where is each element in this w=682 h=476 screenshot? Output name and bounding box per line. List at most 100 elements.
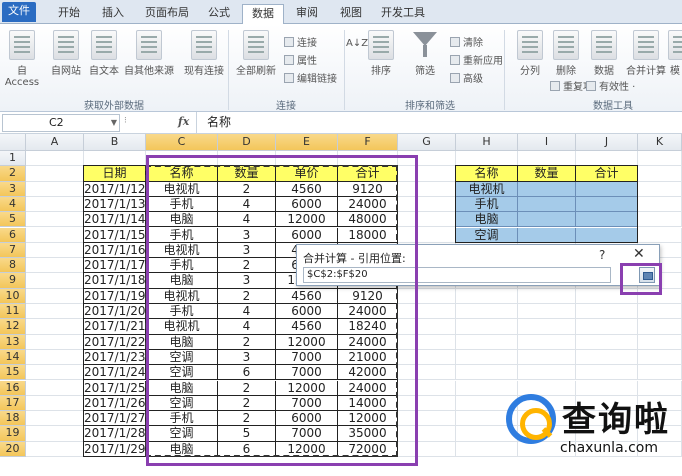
cell[interactable] bbox=[576, 304, 638, 320]
main-table-cell[interactable]: 2017/1/26 bbox=[84, 395, 146, 412]
main-table-cell[interactable]: 3 bbox=[218, 273, 276, 289]
main-table-cell[interactable]: 4560 bbox=[276, 288, 338, 304]
cell[interactable] bbox=[218, 151, 276, 167]
properties-button[interactable]: 属性 bbox=[284, 52, 317, 67]
column-header-F[interactable]: F bbox=[338, 134, 398, 151]
main-table-cell[interactable]: 2017/1/24 bbox=[84, 365, 146, 381]
main-table-cell[interactable]: 电视机 bbox=[146, 242, 218, 259]
cell[interactable] bbox=[456, 349, 518, 366]
tab-5[interactable]: 数据 bbox=[242, 4, 284, 25]
from-text-button[interactable]: 自文本 bbox=[84, 30, 124, 77]
cell[interactable] bbox=[456, 334, 518, 350]
cell[interactable] bbox=[638, 304, 682, 320]
summary-table-cell[interactable] bbox=[518, 227, 576, 243]
consolidate-button[interactable]: 合并计算 bbox=[624, 30, 668, 77]
main-table-cell[interactable]: 7000 bbox=[276, 365, 338, 381]
main-table-cell[interactable]: 2017/1/28 bbox=[84, 426, 146, 442]
cell[interactable] bbox=[26, 411, 84, 427]
main-table-cell[interactable]: 2017/1/20 bbox=[84, 304, 146, 320]
row-header-8[interactable]: 8 bbox=[0, 258, 26, 274]
summary-table-header[interactable]: 名称 bbox=[456, 166, 518, 182]
cell[interactable] bbox=[576, 349, 638, 366]
existing-conn-button[interactable]: 现有连接 bbox=[182, 30, 226, 77]
model-button[interactable]: 模 bbox=[668, 30, 682, 77]
tab-6[interactable]: 审阅 bbox=[290, 4, 324, 24]
main-table-cell[interactable]: 24000 bbox=[338, 304, 398, 320]
cell[interactable] bbox=[638, 288, 682, 304]
row-header-4[interactable]: 4 bbox=[0, 196, 26, 213]
cell[interactable] bbox=[638, 319, 682, 335]
main-table-cell[interactable]: 7000 bbox=[276, 395, 338, 412]
main-table-cell[interactable]: 3 bbox=[218, 227, 276, 243]
main-table-cell[interactable]: 24000 bbox=[338, 196, 398, 213]
main-table-cell[interactable]: 6 bbox=[218, 365, 276, 381]
cell[interactable] bbox=[638, 334, 682, 350]
cell[interactable] bbox=[398, 166, 456, 182]
main-table-cell[interactable]: 手机 bbox=[146, 411, 218, 427]
main-table-cell[interactable]: 48000 bbox=[338, 212, 398, 228]
column-header-D[interactable]: D bbox=[218, 134, 276, 151]
cell[interactable] bbox=[456, 288, 518, 304]
cell[interactable] bbox=[26, 365, 84, 381]
main-table-cell[interactable]: 2 bbox=[218, 411, 276, 427]
row-header-5[interactable]: 5 bbox=[0, 212, 26, 228]
main-table-header[interactable]: 数量 bbox=[218, 166, 276, 182]
cell[interactable] bbox=[26, 181, 84, 197]
main-table-cell[interactable]: 18000 bbox=[338, 227, 398, 243]
expand-dialog-button[interactable] bbox=[639, 267, 655, 283]
main-table-cell[interactable]: 手机 bbox=[146, 227, 218, 243]
sort-az-button[interactable]: A↓Z bbox=[346, 38, 368, 49]
main-table-cell[interactable]: 4560 bbox=[276, 181, 338, 197]
main-table-cell[interactable]: 4 bbox=[218, 212, 276, 228]
main-table-cell[interactable]: 2 bbox=[218, 288, 276, 304]
main-table-header[interactable]: 日期 bbox=[84, 166, 146, 182]
main-table-cell[interactable]: 电脑 bbox=[146, 380, 218, 396]
cell[interactable] bbox=[638, 349, 682, 366]
cell[interactable] bbox=[638, 212, 682, 228]
cell[interactable] bbox=[398, 426, 456, 442]
main-table-cell[interactable]: 3 bbox=[218, 349, 276, 366]
data-valid-2-button[interactable]: 有效性 · bbox=[586, 78, 635, 93]
clear-button[interactable]: 清除 bbox=[450, 34, 483, 49]
cell[interactable] bbox=[638, 196, 682, 213]
row-header-12[interactable]: 12 bbox=[0, 319, 26, 335]
main-table-cell[interactable]: 24000 bbox=[338, 334, 398, 350]
main-table-cell[interactable]: 24000 bbox=[338, 380, 398, 396]
main-table-cell[interactable]: 18240 bbox=[338, 319, 398, 335]
main-table-cell[interactable]: 2 bbox=[218, 334, 276, 350]
main-table-cell[interactable]: 21000 bbox=[338, 349, 398, 366]
cell[interactable] bbox=[398, 319, 456, 335]
row-header-11[interactable]: 11 bbox=[0, 304, 26, 320]
cell[interactable] bbox=[638, 181, 682, 197]
data-valid-button[interactable]: 数据 bbox=[586, 30, 622, 77]
from-other-button[interactable]: 自其他来源 bbox=[122, 30, 176, 77]
summary-table-header[interactable]: 合计 bbox=[576, 166, 638, 182]
main-table-cell[interactable]: 2017/1/12 bbox=[84, 181, 146, 197]
cell[interactable] bbox=[26, 304, 84, 320]
main-table-cell[interactable]: 2017/1/27 bbox=[84, 411, 146, 427]
splitter-icon[interactable]: ⁝ bbox=[124, 116, 127, 126]
main-table-cell[interactable]: 12000 bbox=[276, 441, 338, 457]
summary-table-cell[interactable] bbox=[518, 212, 576, 228]
summary-table-cell[interactable] bbox=[576, 227, 638, 243]
main-table-cell[interactable]: 电视机 bbox=[146, 319, 218, 335]
advanced-button[interactable]: 高级 bbox=[450, 70, 483, 85]
chevron-down-icon[interactable]: ▼ bbox=[111, 115, 117, 131]
cell[interactable] bbox=[26, 196, 84, 213]
summary-table-cell[interactable] bbox=[576, 196, 638, 213]
main-table-cell[interactable]: 14000 bbox=[338, 395, 398, 412]
from-access-button[interactable]: 自 Access bbox=[2, 30, 42, 88]
main-table-cell[interactable]: 2017/1/22 bbox=[84, 334, 146, 350]
reapply-button[interactable]: 重新应用 bbox=[450, 52, 503, 67]
cell[interactable] bbox=[398, 151, 456, 167]
insert-function-icon[interactable]: fx bbox=[178, 115, 189, 128]
row-header-10[interactable]: 10 bbox=[0, 288, 26, 304]
main-table-cell[interactable]: 空调 bbox=[146, 365, 218, 381]
main-table-cell[interactable]: 12000 bbox=[276, 212, 338, 228]
cell[interactable] bbox=[398, 212, 456, 228]
cell[interactable] bbox=[398, 349, 456, 366]
main-table-cell[interactable]: 6000 bbox=[276, 227, 338, 243]
edit-links-button[interactable]: 编辑链接 bbox=[284, 70, 337, 85]
column-header-E[interactable]: E bbox=[276, 134, 338, 151]
cell[interactable] bbox=[26, 242, 84, 259]
